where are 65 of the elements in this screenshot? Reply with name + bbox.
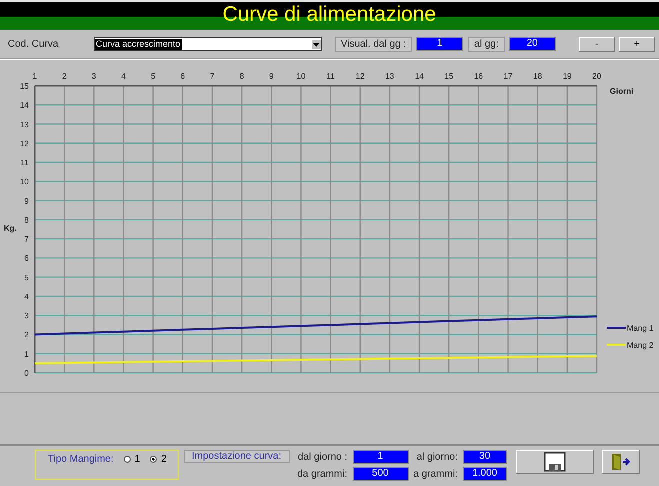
to-day-field[interactable]: 20 xyxy=(508,37,556,51)
y-tick-label: 11 xyxy=(20,158,29,168)
x-tick-label: 13 xyxy=(386,72,394,81)
y-tick-label: 7 xyxy=(24,235,29,244)
x-tick-label: 18 xyxy=(533,72,542,81)
x-tick-label: 8 xyxy=(240,72,244,81)
legend-label: Mang 2 xyxy=(627,341,654,350)
y-tick-label: 14 xyxy=(20,101,29,110)
input-field[interactable]: 500 xyxy=(352,467,409,481)
x-tick-label: 9 xyxy=(269,72,274,81)
save-button[interactable] xyxy=(516,450,594,474)
field-label: dal giorno : xyxy=(298,452,348,462)
feed-type-label: Tipo Mangime: xyxy=(48,454,114,465)
x-tick-label: 14 xyxy=(415,72,424,81)
x-tick-label: 16 xyxy=(474,72,484,81)
x-tick-label: 17 xyxy=(504,72,513,81)
x-tick-label: 10 xyxy=(296,72,306,81)
x-tick-label: 15 xyxy=(444,72,454,81)
y-tick-label: 13 xyxy=(20,120,29,130)
x-tick-label: 5 xyxy=(151,72,156,81)
y-tick-label: 2 xyxy=(24,330,29,340)
field-label: da grammi: xyxy=(298,468,348,480)
y-tick-label: 8 xyxy=(24,216,29,225)
y-tick-label: 15 xyxy=(20,82,29,91)
x-tick-label: 2 xyxy=(62,72,67,81)
window-title: Curve di alimentazione xyxy=(222,3,436,27)
field-label: al giorno: xyxy=(416,452,458,462)
y-tick-label: 9 xyxy=(24,196,29,206)
x-tick-label: 7 xyxy=(210,72,215,81)
input-field[interactable]: 1.000 xyxy=(462,467,507,481)
to-label: al gg: xyxy=(468,36,505,52)
y-tick-label: 6 xyxy=(24,254,29,264)
x-tick-label: 4 xyxy=(122,72,126,81)
x-tick-label: 1 xyxy=(32,72,38,81)
y-axis-label: Kg. xyxy=(4,224,17,233)
y-tick-label: 1 xyxy=(24,350,29,359)
step-button[interactable]: + xyxy=(619,36,655,52)
y-tick-label: 0 xyxy=(24,369,29,378)
input-field[interactable]: 30 xyxy=(462,450,507,464)
y-tick-label: 4 xyxy=(24,292,29,302)
x-tick-label: 11 xyxy=(326,72,335,81)
from-day-field[interactable]: 1 xyxy=(416,37,464,51)
x-tick-label: 12 xyxy=(356,72,365,81)
caret-icon xyxy=(312,40,321,48)
door-exit-icon xyxy=(610,453,631,471)
input-field[interactable]: 1 xyxy=(352,450,409,464)
y-tick-label: 3 xyxy=(24,312,29,321)
x-axis-label: Giorni xyxy=(610,87,634,96)
x-tick-label: 19 xyxy=(562,72,572,81)
curve-setting-label: Impostazione curva: xyxy=(184,450,290,463)
x-tick-label: 20 xyxy=(592,72,602,81)
legend-label: Mang 1 xyxy=(627,324,654,333)
y-tick-label: 5 xyxy=(24,273,29,282)
field-label: a grammi: xyxy=(414,468,458,480)
curve-label: Cod. Curva xyxy=(8,38,60,50)
step-button[interactable]: - xyxy=(579,36,615,52)
feed-radio[interactable]: 2 xyxy=(150,454,167,465)
y-tick-label: 10 xyxy=(20,178,29,187)
from-label: Visual. dal gg : xyxy=(335,36,412,52)
exit-button[interactable] xyxy=(602,450,640,474)
feed-radio[interactable]: 1 xyxy=(124,454,140,465)
curve-dropdown[interactable]: Curva accrescimento xyxy=(94,37,322,51)
x-tick-label: 6 xyxy=(180,72,186,81)
y-tick-label: 12 xyxy=(20,139,29,148)
x-tick-label: 3 xyxy=(92,72,96,81)
